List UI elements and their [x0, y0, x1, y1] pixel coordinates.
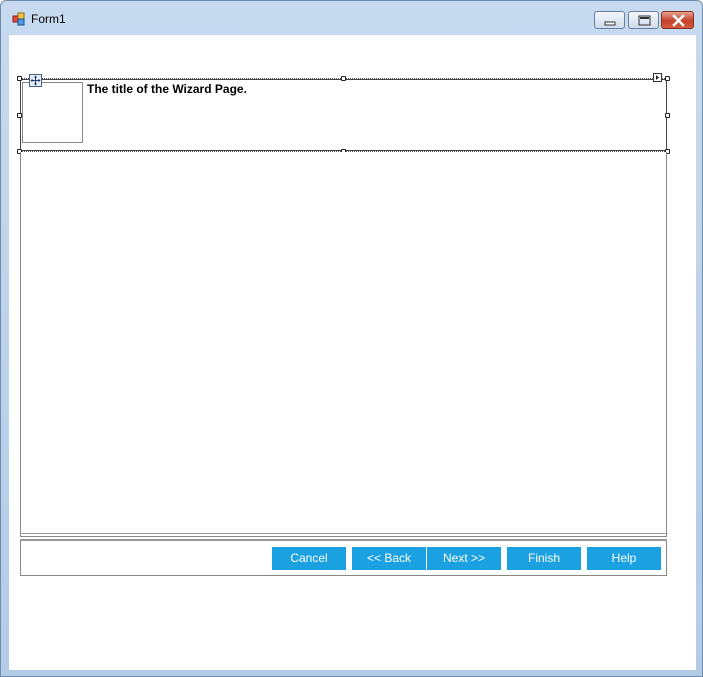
resize-handle-top-right[interactable] — [665, 76, 670, 81]
close-button[interactable] — [661, 11, 694, 29]
wizard-content-area — [20, 152, 667, 537]
maximize-icon — [638, 15, 651, 26]
minimize-icon — [604, 21, 616, 26]
finish-button[interactable]: Finish — [507, 547, 581, 570]
smart-tag-button[interactable] — [653, 73, 662, 82]
resize-handle-top-left[interactable] — [17, 76, 22, 81]
window-title: Form1 — [31, 12, 66, 26]
resize-handle-middle-right[interactable] — [665, 113, 670, 118]
move-icon[interactable] — [29, 74, 42, 87]
form-icon — [12, 12, 25, 26]
next-button[interactable]: Next >> — [427, 547, 501, 570]
cancel-button[interactable]: Cancel — [272, 547, 346, 570]
maximize-button[interactable] — [628, 11, 659, 29]
help-button[interactable]: Help — [587, 547, 661, 570]
resize-handle-top-middle[interactable] — [341, 76, 346, 81]
title-bar[interactable]: Form1 — [1, 1, 702, 35]
header-image — [22, 82, 83, 143]
back-button[interactable]: << Back — [352, 547, 426, 570]
smart-tag-arrow-icon — [656, 75, 659, 80]
close-icon — [672, 14, 685, 27]
wizard-page-title: The title of the Wizard Page. — [87, 82, 247, 96]
minimize-button[interactable] — [594, 11, 625, 29]
resize-handle-middle-left[interactable] — [17, 113, 22, 118]
separator-line — [20, 533, 667, 534]
